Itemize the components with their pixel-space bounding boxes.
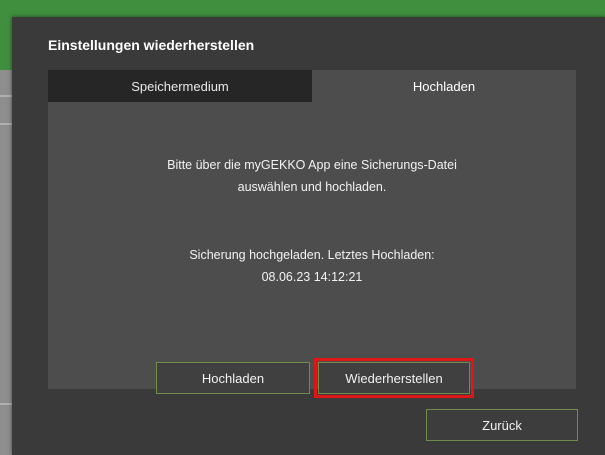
status-timestamp: 08.06.23 14:12:21 — [261, 270, 363, 284]
restore-settings-dialog: Einstellungen wiederherstellen Speicherm… — [12, 17, 605, 455]
restore-button[interactable]: Wiederherstellen — [318, 362, 470, 394]
instruction-line-1: Bitte über die myGEKKO App eine Sicherun… — [167, 158, 457, 172]
background-divider — [0, 95, 12, 97]
upload-panel: Bitte über die myGEKKO App eine Sicherun… — [48, 102, 576, 398]
tab-bar: Speichermedium Hochladen — [48, 70, 576, 102]
dialog-title: Einstellungen wiederherstellen — [48, 37, 255, 53]
tab-storage-medium[interactable]: Speichermedium — [48, 70, 312, 102]
upload-button[interactable]: Hochladen — [156, 362, 310, 394]
tab-upload[interactable]: Hochladen — [312, 70, 576, 102]
upload-status: Sicherung hochgeladen. Letztes Hochladen… — [48, 244, 576, 288]
back-button[interactable]: Zurück — [426, 409, 578, 441]
instruction-line-2: auswählen und hochladen. — [237, 180, 387, 194]
instruction-text: Bitte über die myGEKKO App eine Sicherun… — [48, 154, 576, 198]
background-divider — [0, 123, 12, 125]
status-line-1: Sicherung hochgeladen. Letztes Hochladen… — [189, 248, 435, 262]
background-divider — [0, 403, 12, 405]
